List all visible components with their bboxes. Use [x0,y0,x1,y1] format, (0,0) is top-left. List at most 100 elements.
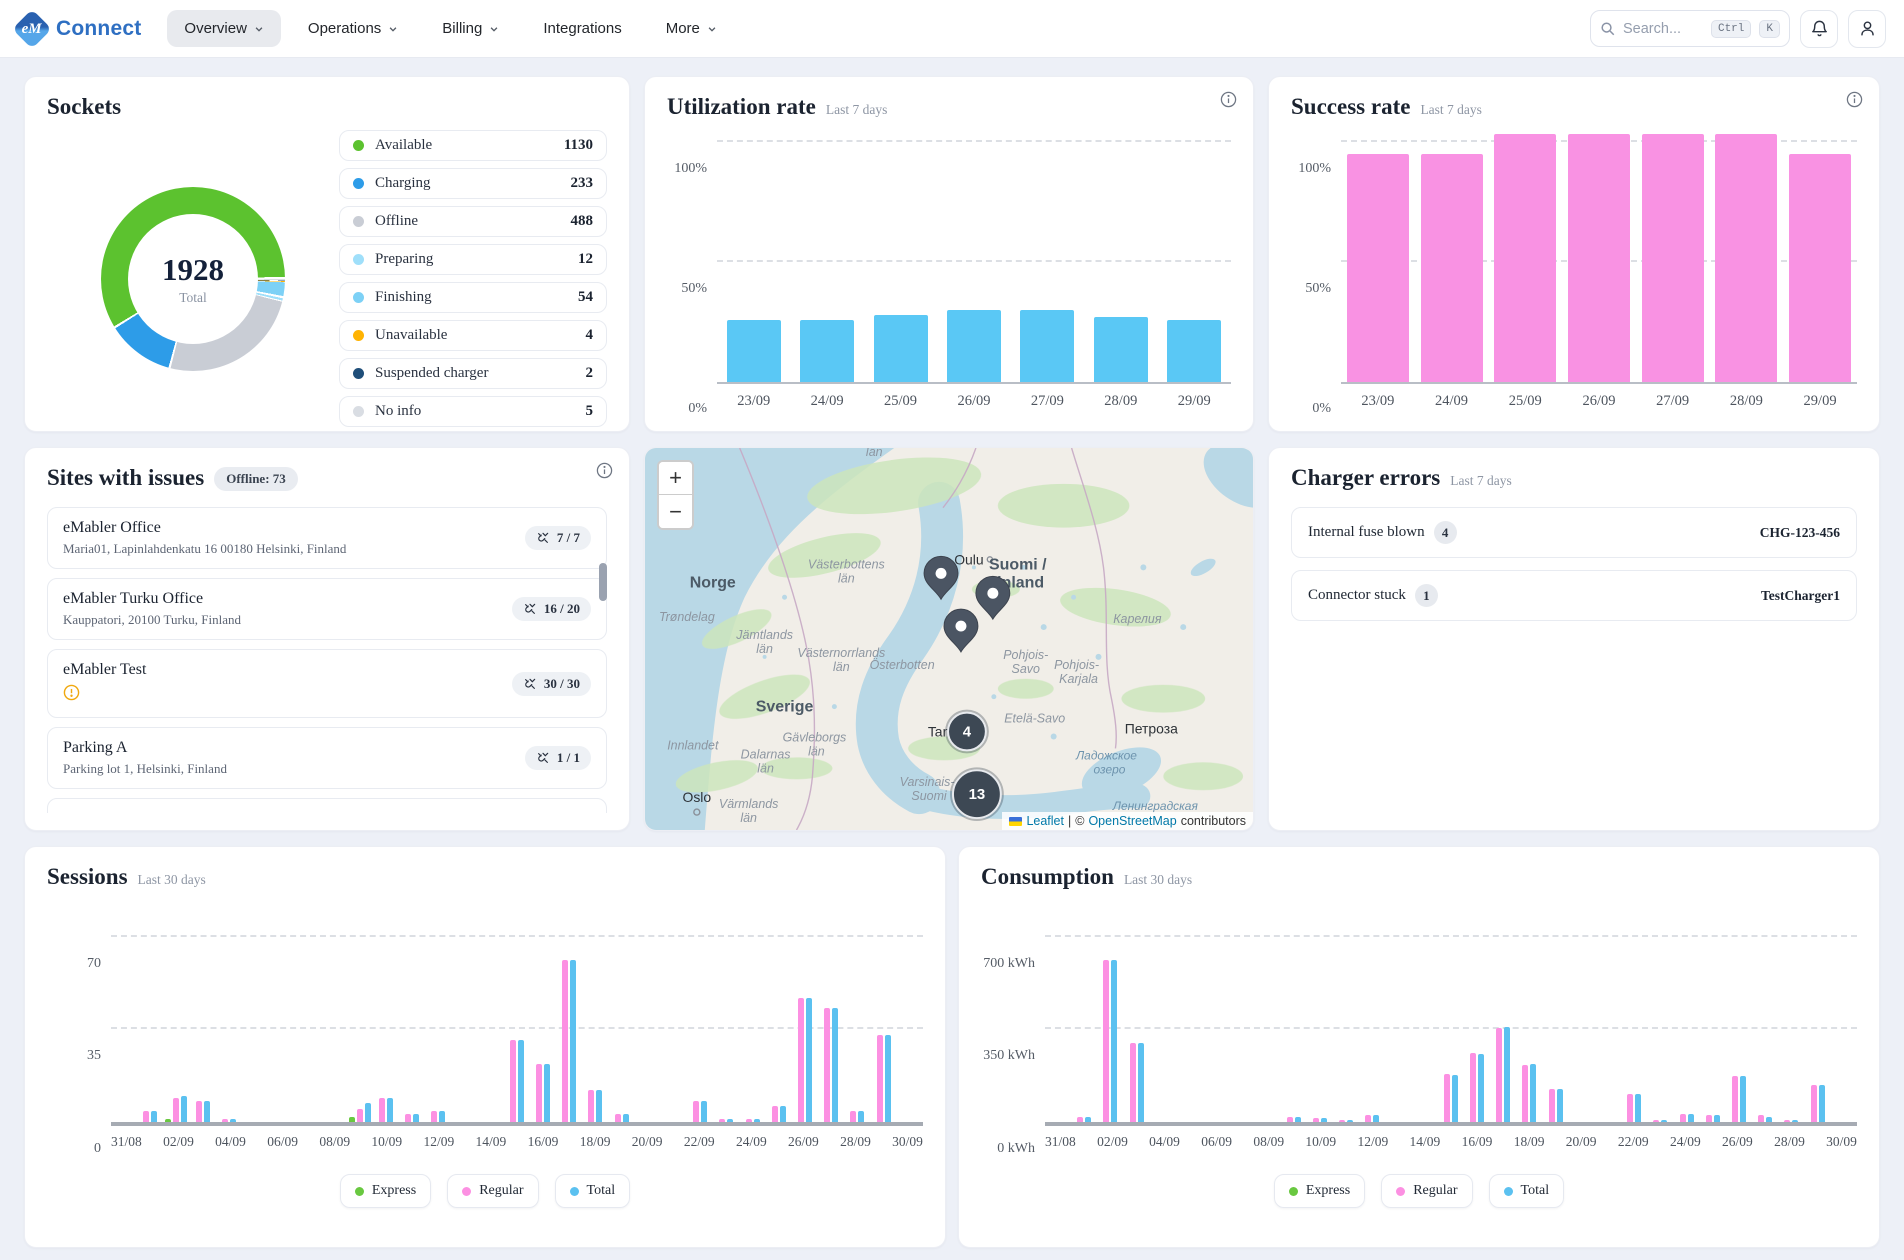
bar-regular [196,1101,202,1122]
info-icon[interactable] [1846,91,1863,113]
utilization-subtitle: Last 7 days [826,102,888,118]
bar-regular [562,960,568,1122]
bar-regular [1287,1117,1293,1122]
legend-pill-regular[interactable]: Regular [1381,1174,1472,1208]
bar-regular [850,1111,856,1122]
x-tick-label: 26/09 [947,393,1001,410]
user-menu-button[interactable] [1848,10,1886,48]
day-group-13/09 [1385,930,1411,1122]
site-list-item[interactable]: eMabler Test30 / 30 [47,649,607,718]
x-tick-label: 02/09 [1097,1134,1128,1150]
info-icon[interactable] [596,462,613,484]
bar-total [1504,1027,1510,1122]
day-group-24/09 [740,930,766,1122]
x-tick-label [1232,1134,1253,1150]
day-group-14/09 [478,930,504,1122]
bar-regular [431,1111,437,1122]
day-group-13/09 [451,930,477,1122]
x-tick-label: 24/09 [1421,393,1483,410]
site-list-item[interactable]: Parking AParking lot 1, Helsinki, Finlan… [47,727,607,789]
nav-item-label: More [666,20,700,37]
nav-item-integrations[interactable]: Integrations [526,10,638,47]
site-list-item[interactable] [47,798,607,813]
x-tick-label [506,1134,527,1150]
day-group-30/09 [897,930,923,1122]
osm-link[interactable]: OpenStreetMap [1088,814,1176,828]
nav-item-billing[interactable]: Billing [425,10,516,47]
warning-icon [63,684,146,706]
x-tick-label [1544,1134,1565,1150]
x-tick-label: 16/09 [528,1134,559,1150]
legend-pill-total[interactable]: Total [1489,1174,1565,1208]
app-logo[interactable]: eM Connect [18,15,141,43]
x-tick-label: 28/09 [1774,1134,1805,1150]
legend-pill-regular[interactable]: Regular [447,1174,538,1208]
x-axis-labels: 31/0802/0904/0906/0908/0910/0912/0914/09… [1045,1134,1857,1150]
bar-regular [798,998,804,1122]
y-tick-label: 35 [87,1048,101,1064]
status-label: Preparing [375,251,433,268]
day-group-16/09 [530,930,556,1122]
legend-pill-express[interactable]: Express [340,1174,431,1208]
site-list-item[interactable]: eMabler Turku OfficeKauppatori, 20100 Tu… [47,578,607,640]
nav-item-overview[interactable]: Overview [167,10,281,47]
y-axis-labels: 0 kWh350 kWh700 kWh [981,930,1045,1150]
nav-item-more[interactable]: More [649,10,734,47]
bar-total [518,1040,524,1122]
map-zoom-in-button[interactable]: + [659,462,692,495]
nav-item-operations[interactable]: Operations [291,10,415,47]
bar-total [1347,1120,1353,1122]
bar-total [1557,1089,1563,1122]
day-group-31/08 [111,930,137,1122]
bar-regular [143,1111,149,1122]
status-color-dot [353,406,364,417]
map-cluster-marker[interactable]: 13 [950,767,1004,821]
dashboard-main: Sockets 1928 Total Available1130Charging… [0,58,1904,1248]
utilization-title: Utilization rate [667,94,816,120]
site-address: Parking lot 1, Helsinki, Finland [63,761,227,777]
x-tick-label [1076,1134,1097,1150]
bar-25/09 [1494,134,1556,382]
day-group-02/09 [163,930,189,1122]
day-group-08/09 [321,930,347,1122]
charger-error-row[interactable]: Connector stuck1TestCharger1 [1291,570,1857,621]
leaflet-link[interactable]: Leaflet [1026,814,1064,828]
leaflet-map[interactable]: länNorgeTrøndelagVästerbottenslänOuluSuo… [645,448,1253,830]
notifications-button[interactable] [1800,10,1838,48]
bar-total [701,1101,707,1122]
x-tick-label: 08/09 [319,1134,350,1150]
legend-label: Express [372,1183,416,1199]
day-group-28/09 [844,930,870,1122]
day-group-21/09 [1595,930,1621,1122]
scrollbar-thumb[interactable] [599,563,607,601]
status-color-dot [353,254,364,265]
charger-error-row[interactable]: Internal fuse blown4CHG-123-456 [1291,507,1857,558]
utilization-chart: 0%50%100%23/0924/0925/0926/0927/0928/092… [667,134,1231,410]
legend-pill-express[interactable]: Express [1274,1174,1365,1208]
status-value: 5 [586,403,594,420]
legend-pill-total[interactable]: Total [555,1174,631,1208]
day-group-18/09 [582,930,608,1122]
map-label: Trøndelag [659,610,715,624]
user-icon [1858,19,1877,38]
bar-regular [357,1109,363,1122]
map-zoom-out-button[interactable]: − [659,495,692,528]
day-group-17/09 [1490,930,1516,1122]
site-list-item[interactable]: eMabler OfficeMaria01, Lapinlahdenkatu 1… [47,507,607,569]
map-cluster-marker[interactable]: 4 [945,710,989,754]
status-value: 1130 [564,137,593,154]
x-tick-label: 27/09 [1642,393,1704,410]
x-tick-label [871,1134,892,1150]
day-group-26/09 [1726,930,1752,1122]
plug-icon [523,677,537,691]
day-group-10/09 [373,930,399,1122]
charger-errors-title: Charger errors [1291,465,1440,491]
day-group-09/09 [347,930,373,1122]
bar-23/09 [727,320,781,383]
bar-regular [1365,1115,1371,1122]
x-tick-label: 30/09 [1826,1134,1857,1150]
search-input[interactable]: Search... Ctrl K [1590,10,1790,47]
x-tick-label [350,1134,371,1150]
info-icon[interactable] [1220,91,1237,113]
bar-regular [1784,1120,1790,1122]
